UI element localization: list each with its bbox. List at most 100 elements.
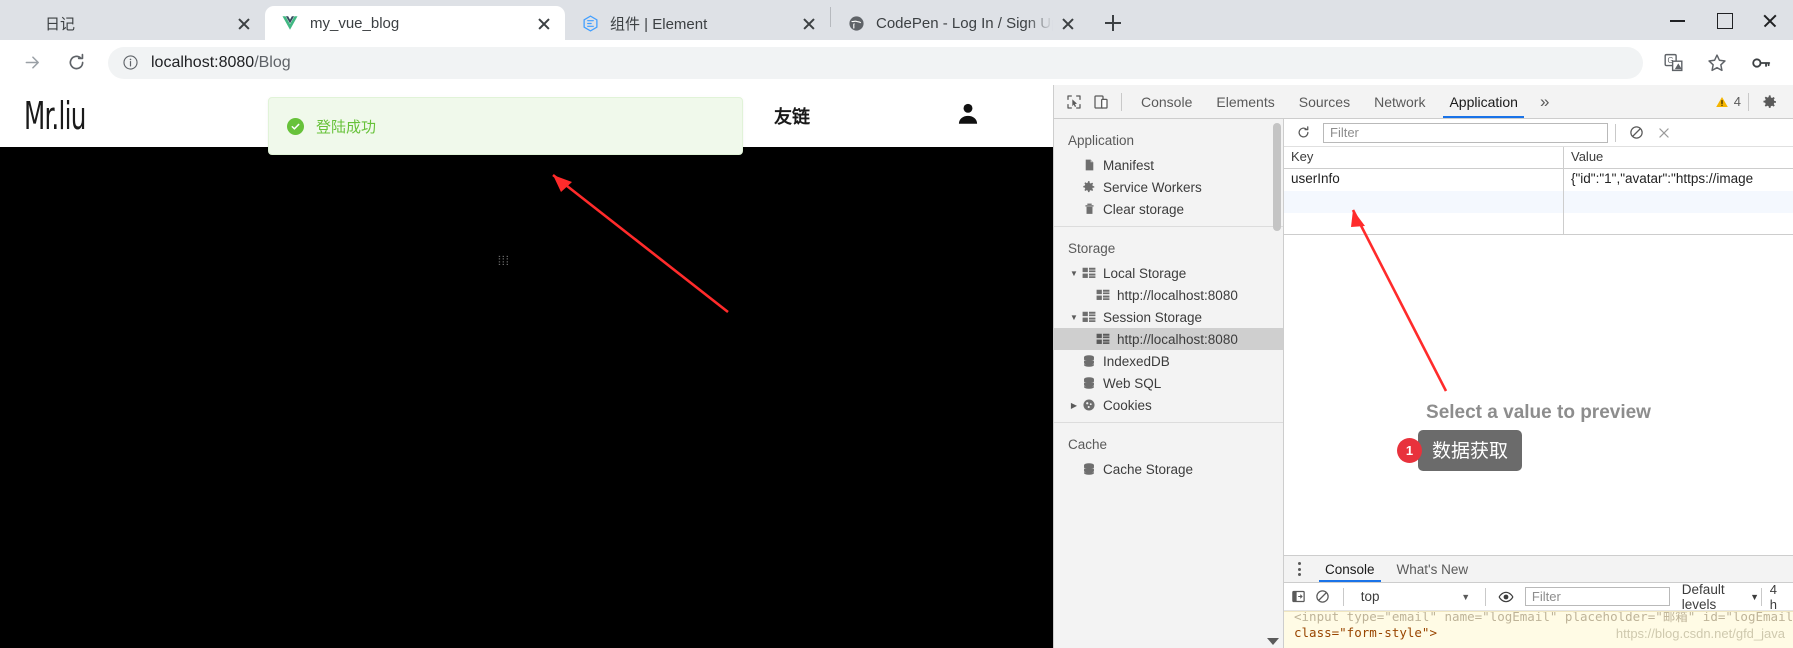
- device-toolbar-icon[interactable]: [1087, 89, 1114, 115]
- sidebar-item-manifest[interactable]: Manifest: [1054, 154, 1283, 176]
- browser-window: 日记 my_vue_blog 组件 | Element CodePen - Lo…: [0, 0, 1793, 648]
- delete-x-icon[interactable]: [1650, 120, 1677, 146]
- avatar[interactable]: [955, 101, 981, 132]
- site-logo[interactable]: Mr.liu: [24, 94, 86, 138]
- reload-icon[interactable]: [59, 46, 93, 80]
- sidebar-item-local-storage[interactable]: ▼ Local Storage: [1054, 262, 1283, 284]
- filter-placeholder: Filter: [1531, 589, 1561, 604]
- toolbar-divider: [1485, 587, 1486, 606]
- console-sidebar-icon[interactable]: [1288, 584, 1310, 610]
- sidebar-item-cache-storage[interactable]: Cache Storage: [1054, 458, 1283, 480]
- url-path: /Blog: [254, 53, 291, 71]
- chevron-down-icon[interactable]: ▼: [1068, 313, 1080, 322]
- toolbar-divider: [1121, 92, 1122, 111]
- more-options-icon[interactable]: [1288, 562, 1310, 576]
- console-levels-dropdown[interactable]: Default levels ▼: [1682, 582, 1759, 612]
- minimize-icon[interactable]: [1655, 0, 1701, 40]
- column-header-key[interactable]: Key: [1284, 147, 1564, 168]
- table-row[interactable]: userInfo {"id":"1","avatar":"https://ima…: [1284, 169, 1793, 191]
- drawer-tab-console[interactable]: Console: [1314, 556, 1386, 582]
- cell-value: [1564, 213, 1793, 234]
- bookmark-star-icon[interactable]: [1700, 46, 1734, 80]
- console-toolbar: top ▼ Filter Default levels ▼ 4 h: [1284, 582, 1793, 612]
- gear-icon[interactable]: [1756, 89, 1783, 115]
- chevron-right-icon[interactable]: ▶: [1068, 401, 1080, 410]
- warning-badge[interactable]: 4: [1715, 94, 1741, 109]
- console-context-select[interactable]: top ▼: [1353, 589, 1476, 604]
- warning-count: 4: [1733, 94, 1741, 109]
- globe-icon: [847, 14, 865, 32]
- browser-tab-2[interactable]: 组件 | Element: [565, 6, 830, 40]
- toast-message: 登陆成功: [316, 118, 377, 136]
- close-icon[interactable]: [233, 12, 255, 34]
- storage-content: Filter Key Value userInfo {"id":"1","ava…: [1284, 119, 1793, 648]
- close-icon[interactable]: [798, 12, 820, 34]
- storage-filter-input[interactable]: Filter: [1323, 122, 1608, 143]
- cell-key: [1284, 213, 1564, 234]
- refresh-icon[interactable]: [1290, 120, 1317, 146]
- sidebar-item-local-storage-origin[interactable]: http://localhost:8080: [1054, 284, 1283, 306]
- application-sidebar[interactable]: Application Manifest Service Workers Cle…: [1054, 119, 1284, 648]
- devtools-tab-elements[interactable]: Elements: [1204, 85, 1286, 118]
- browser-tab-0[interactable]: 日记: [0, 6, 265, 40]
- sidebar-item-session-storage[interactable]: ▼ Session Storage: [1054, 306, 1283, 328]
- devtools-tab-overflow[interactable]: »: [1530, 92, 1559, 112]
- info-circle-icon[interactable]: [122, 54, 139, 71]
- sidebar-item-label: Local Storage: [1103, 265, 1187, 281]
- chevron-down-icon[interactable]: ▼: [1068, 269, 1080, 278]
- tab-title: CodePen - Log In / Sign Up - p: [876, 14, 1053, 32]
- close-icon[interactable]: [1747, 0, 1793, 40]
- column-header-value[interactable]: Value: [1564, 147, 1793, 168]
- devtools-tab-application[interactable]: Application: [1437, 85, 1530, 118]
- table-icon: [1080, 311, 1098, 323]
- console-filter-input[interactable]: Filter: [1524, 587, 1670, 606]
- inspect-element-icon[interactable]: [1060, 89, 1087, 115]
- maximize-icon[interactable]: [1701, 0, 1747, 40]
- trash-icon: [1080, 202, 1098, 216]
- clear-console-icon[interactable]: [1312, 584, 1334, 610]
- password-key-icon[interactable]: [1744, 46, 1778, 80]
- sidebar-item-clear-storage[interactable]: Clear storage: [1054, 198, 1283, 220]
- sidebar-item-session-storage-origin[interactable]: http://localhost:8080: [1054, 328, 1283, 350]
- toolbar-divider: [1342, 587, 1344, 606]
- sidebar-scrollbar[interactable]: [1273, 123, 1281, 231]
- callout-badge: 1: [1397, 438, 1422, 463]
- scroll-down-arrow-icon[interactable]: [1267, 638, 1279, 645]
- address-bar[interactable]: localhost:8080/Blog: [108, 46, 1643, 79]
- devtools-tab-console[interactable]: Console: [1129, 85, 1204, 118]
- sidebar-item-indexeddb[interactable]: IndexedDB: [1054, 350, 1283, 372]
- console-message-line-1: <input type="email" name="logEmail" plac…: [1294, 611, 1793, 624]
- table-row-empty[interactable]: [1284, 213, 1793, 235]
- sidebar-item-web-sql[interactable]: Web SQL: [1054, 372, 1283, 394]
- close-icon[interactable]: [533, 12, 555, 34]
- browser-tab-3[interactable]: CodePen - Log In / Sign Up - p: [831, 6, 1089, 40]
- storage-toolbar: Filter: [1284, 119, 1793, 147]
- close-icon[interactable]: [1057, 12, 1079, 34]
- sidebar-item-service-workers[interactable]: Service Workers: [1054, 176, 1283, 198]
- browser-tab-1[interactable]: my_vue_blog: [265, 6, 565, 40]
- arrow-forward-icon[interactable]: [15, 46, 49, 80]
- vue-icon: [281, 14, 299, 32]
- table-icon: [1094, 333, 1112, 345]
- translate-icon[interactable]: G: [1656, 46, 1690, 80]
- sidebar-divider: [1054, 422, 1283, 423]
- live-expression-icon[interactable]: [1495, 584, 1517, 610]
- window-controls: [1655, 0, 1793, 40]
- tab-favicon-none: [16, 14, 34, 32]
- new-tab-button[interactable]: [1095, 6, 1131, 40]
- watermark: https://blog.csdn.net/gfd_java: [1615, 626, 1785, 641]
- devtools-tab-sources[interactable]: Sources: [1287, 85, 1362, 118]
- drawer-tab-whats-new[interactable]: What's New: [1386, 556, 1480, 582]
- database-icon: [1080, 354, 1098, 368]
- clear-all-icon[interactable]: [1623, 120, 1650, 146]
- tab-label: Sources: [1298, 93, 1351, 110]
- drag-handle[interactable]: ⦙⦙⦙: [498, 253, 510, 269]
- devtools-tab-network[interactable]: Network: [1362, 85, 1437, 118]
- table-row-empty[interactable]: [1284, 191, 1793, 213]
- value-preview-pane: Select a value to preview: [1284, 235, 1793, 555]
- sidebar-item-cookies[interactable]: ▶ Cookies: [1054, 394, 1283, 416]
- toolbar-divider: [1748, 92, 1749, 111]
- console-message[interactable]: <input type="email" name="logEmail" plac…: [1284, 611, 1793, 648]
- sidebar-section-storage: Storage: [1068, 241, 1116, 256]
- nav-link-friends[interactable]: 友链: [774, 103, 810, 129]
